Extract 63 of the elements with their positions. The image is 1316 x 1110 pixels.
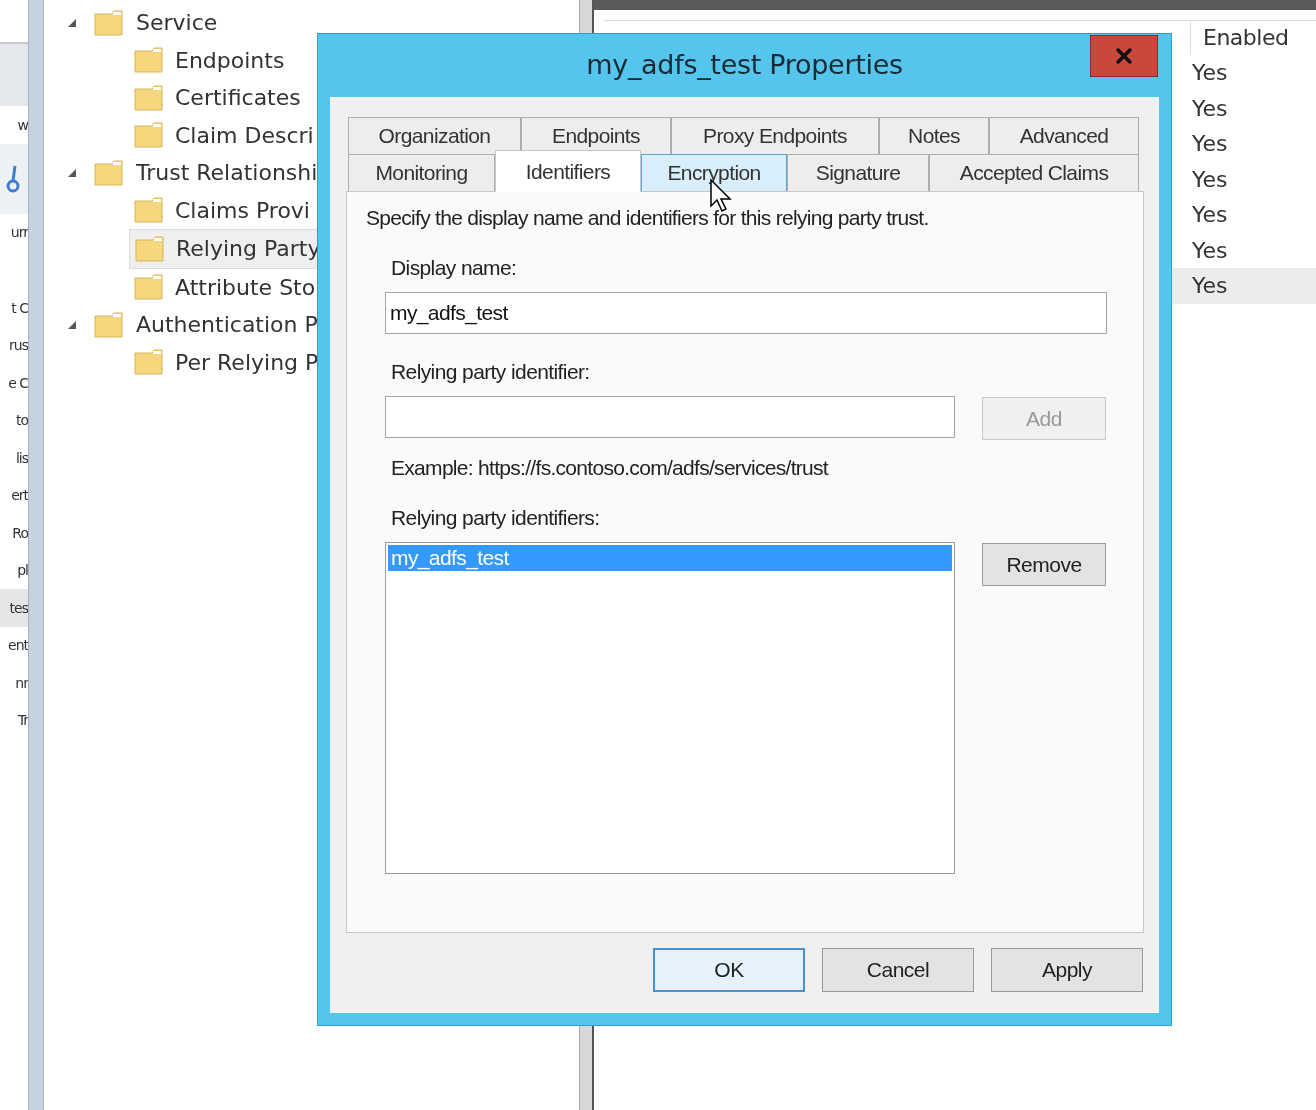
pane-text: lis bbox=[14, 448, 28, 468]
pane-text: Tr bbox=[16, 711, 28, 731]
tab[interactable]: Accepted Claims bbox=[929, 154, 1139, 191]
pane-text: e C bbox=[7, 373, 28, 393]
pane-text: w bbox=[16, 115, 28, 135]
table-cell: Yes bbox=[1192, 166, 1228, 192]
folder-icon bbox=[94, 159, 124, 186]
pane-text: nr bbox=[14, 673, 28, 693]
tab[interactable]: Signature bbox=[787, 154, 929, 191]
tab[interactable]: Organization bbox=[348, 117, 521, 154]
folder-icon bbox=[134, 349, 164, 376]
input-field[interactable]: my_adfs_test bbox=[385, 292, 1107, 334]
tree-item[interactable]: Service bbox=[44, 4, 579, 42]
pane-text: ert bbox=[10, 486, 28, 506]
table-cell: Yes bbox=[1192, 202, 1228, 228]
tab[interactable]: Identifiers bbox=[495, 150, 641, 192]
table-cell: Yes bbox=[1192, 60, 1228, 86]
input-field[interactable] bbox=[385, 396, 955, 438]
tree-item[interactable]: Certificates bbox=[129, 79, 322, 117]
dialog-button[interactable]: Apply bbox=[991, 948, 1143, 992]
tab[interactable]: Advanced bbox=[989, 117, 1139, 154]
table-cell: Yes bbox=[1192, 273, 1228, 299]
tree-item[interactable]: Claims Provi bbox=[129, 191, 322, 229]
table-cell: Yes bbox=[1192, 237, 1228, 263]
table-cell: Yes bbox=[1192, 131, 1228, 157]
folder-icon bbox=[134, 197, 164, 224]
tab[interactable]: Endpoints bbox=[521, 117, 671, 154]
close-icon bbox=[1115, 47, 1133, 65]
folder-icon bbox=[135, 235, 165, 262]
tab[interactable]: Encryption bbox=[641, 154, 787, 191]
folder-icon bbox=[134, 47, 164, 74]
field-label: Display name: bbox=[391, 256, 518, 280]
pane-text: Ro bbox=[11, 523, 28, 543]
folder-icon bbox=[134, 84, 164, 111]
pane-text: to bbox=[14, 411, 28, 431]
pane-text: tes bbox=[0, 589, 28, 627]
dialog-button[interactable]: OK bbox=[653, 948, 805, 992]
table-cell: Yes bbox=[1192, 95, 1228, 121]
pane-text: t C bbox=[10, 298, 28, 318]
field-label: Relying party identifiers: bbox=[391, 506, 601, 530]
remove-button[interactable]: Remove bbox=[982, 543, 1106, 586]
window-title: my_adfs_test Properties bbox=[586, 49, 903, 80]
dialog-button[interactable]: Cancel bbox=[822, 948, 974, 992]
scissors-icon[interactable] bbox=[6, 163, 20, 194]
description-text: Specify the display name and identifiers for this relying party trust. bbox=[366, 206, 930, 230]
tree-item[interactable]: Claim Descri bbox=[129, 116, 322, 154]
example-text: Example: https://fs.contoso.com/adfs/services/trust bbox=[391, 456, 830, 480]
field-label: Relying party identifier: bbox=[391, 360, 591, 384]
column-header[interactable]: Enabled bbox=[1191, 21, 1289, 55]
pane-text: urr bbox=[9, 223, 28, 243]
folder-icon bbox=[94, 311, 124, 338]
tree-item[interactable]: Endpoints bbox=[129, 41, 322, 79]
pane-text: pl bbox=[16, 561, 28, 581]
tree-item[interactable]: Per Relying P bbox=[129, 343, 322, 381]
tab[interactable]: Notes bbox=[879, 117, 989, 154]
pane-text: ent bbox=[7, 636, 28, 656]
tab[interactable]: Monitoring bbox=[348, 154, 495, 191]
folder-icon bbox=[134, 122, 164, 149]
pane-text: rus bbox=[8, 336, 28, 356]
folder-icon bbox=[94, 9, 124, 36]
folder-icon bbox=[134, 274, 164, 301]
tab[interactable]: Proxy Endpoints bbox=[671, 117, 879, 154]
close-button[interactable] bbox=[1090, 35, 1158, 77]
